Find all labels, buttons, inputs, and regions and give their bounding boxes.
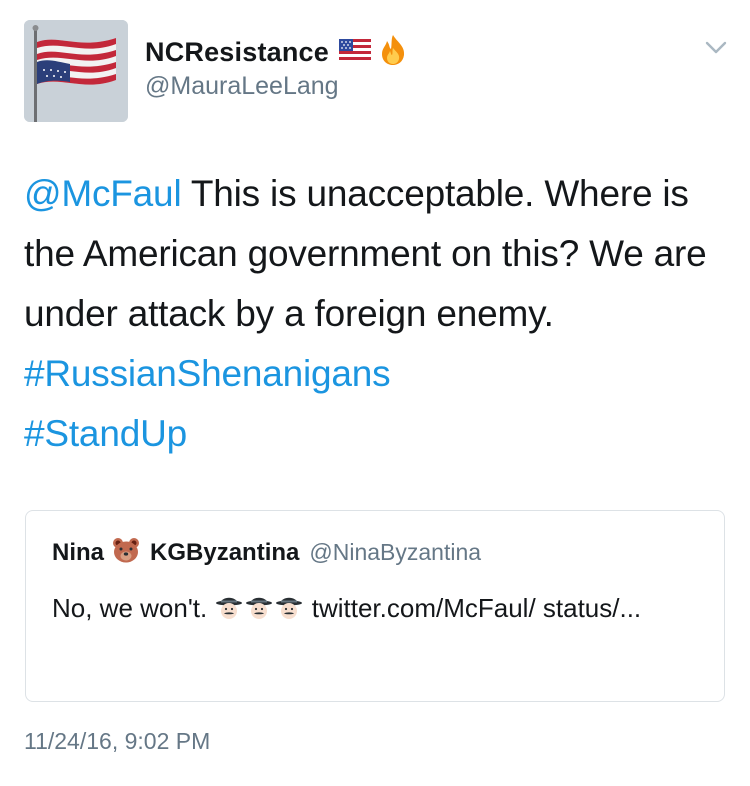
hashtag-link[interactable]: #RussianShenanigans [24, 353, 391, 394]
sleuth-emoji [275, 592, 303, 634]
chevron-down-icon[interactable] [705, 40, 727, 56]
tweet-text: @McFaul This is unacceptable. Where is t… [24, 164, 724, 464]
quoted-author-name-2: KGByzantina [150, 538, 300, 566]
quoted-tweet[interactable]: Nina KGByzantina @NinaByzantina No, we w… [25, 510, 725, 702]
tweet-timestamp[interactable]: 11/24/16, 9:02 PM [24, 728, 210, 755]
hashtag-link[interactable]: #StandUp [24, 413, 187, 454]
quoted-author-name: Nina [52, 538, 105, 566]
avatar[interactable] [24, 20, 128, 122]
author-display-name[interactable]: NCResistance [145, 37, 329, 68]
quoted-text-link: twitter.com/McFaul/ status/... [311, 593, 642, 623]
bear-face-emoji [112, 537, 140, 568]
quoted-tweet-text: No, we won't. twitter.com/McFaul/ status… [52, 587, 692, 634]
us-flag-emoji [338, 38, 371, 66]
author-handle[interactable]: @MauraLeeLang [145, 72, 339, 101]
quoted-text-start: No, we won't. [52, 593, 208, 623]
sleuth-emoji [215, 592, 243, 634]
sleuth-emoji [245, 592, 273, 634]
fire-emoji [379, 34, 407, 71]
author-name-row[interactable]: NCResistance [145, 32, 407, 72]
quoted-tweet-header: Nina KGByzantina @NinaByzantina [52, 537, 481, 568]
mention-link[interactable]: @McFaul [24, 173, 182, 214]
tweet-card: NCResistance @MauraLeeLang @McFaul This … [0, 0, 750, 786]
upside-down-flag-image [24, 20, 128, 122]
quoted-author-handle: @NinaByzantina [309, 539, 482, 565]
